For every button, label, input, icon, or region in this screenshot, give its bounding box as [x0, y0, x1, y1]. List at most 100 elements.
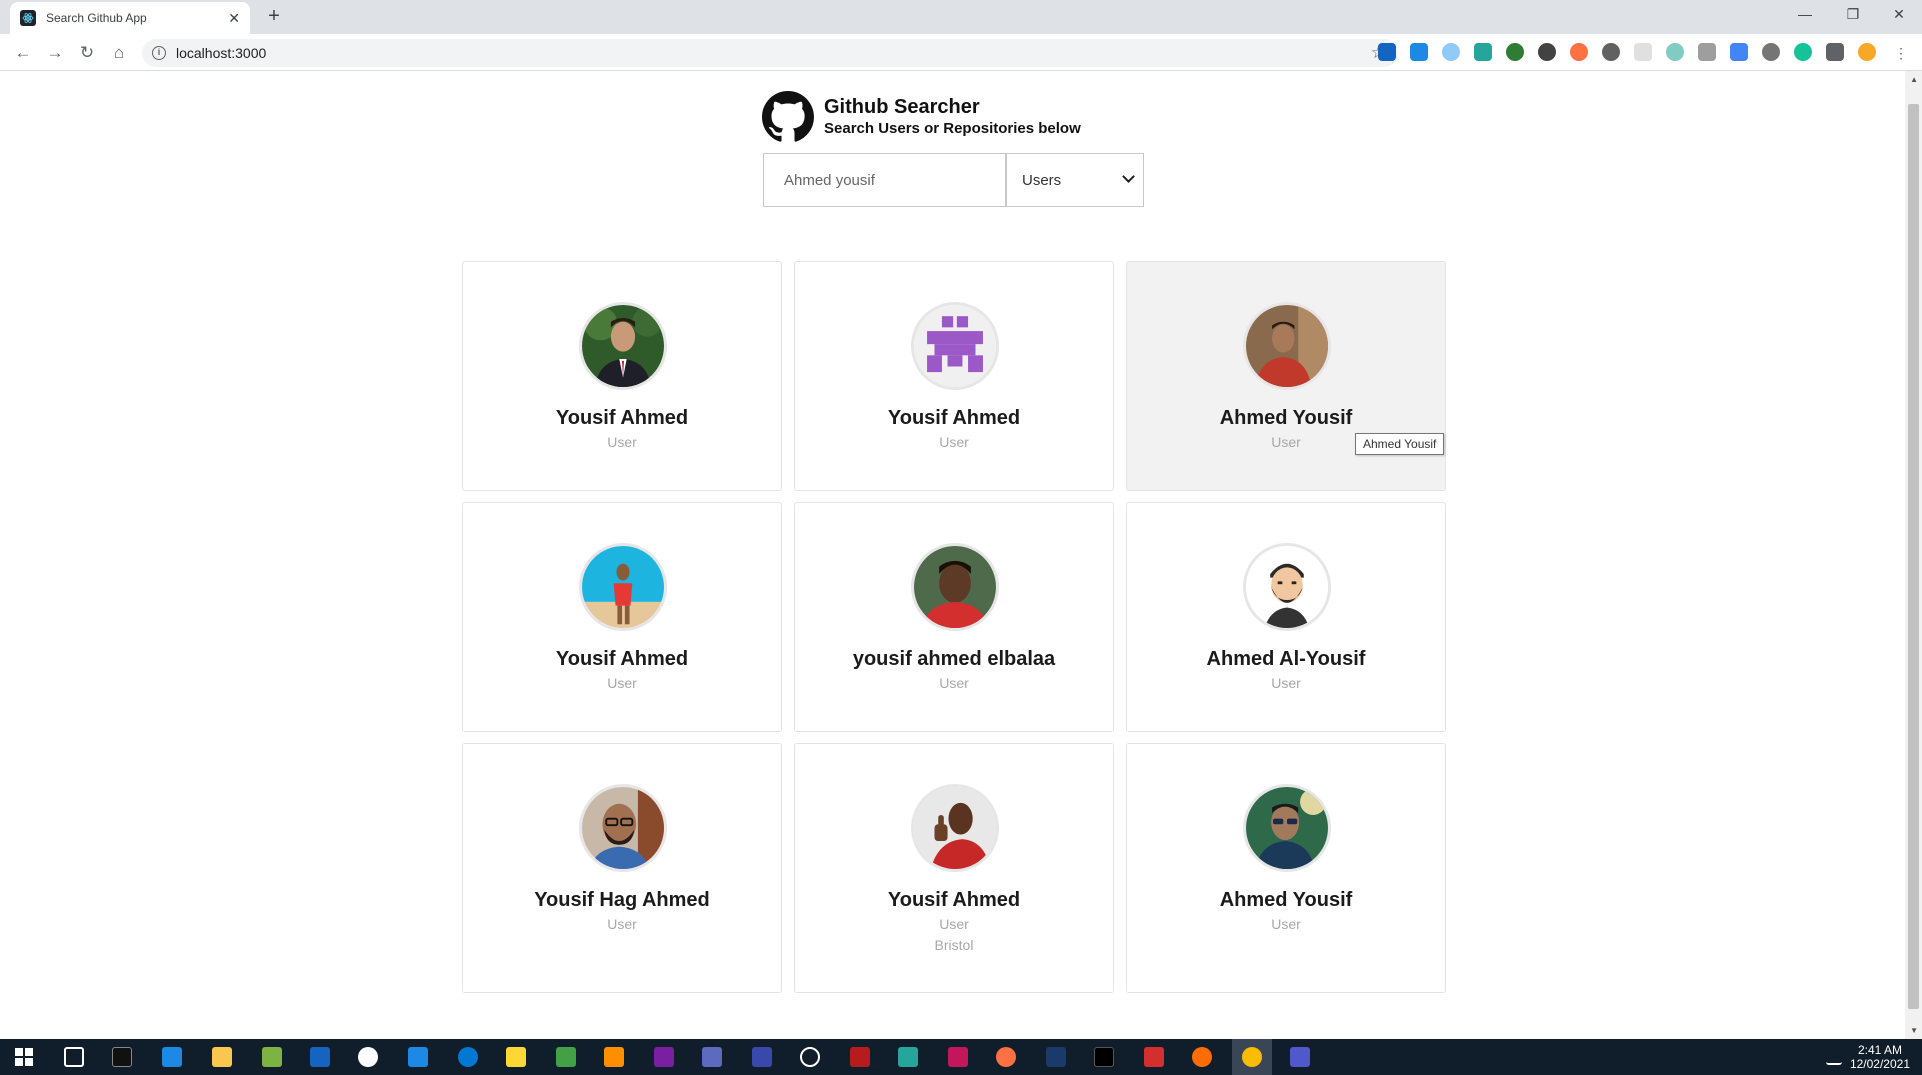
clock-time: 2:41 AM: [1857, 1043, 1902, 1057]
address-bar[interactable]: i localhost:3000 ☆: [142, 39, 1398, 67]
user-card[interactable]: Yousif Ahmed User: [794, 261, 1114, 491]
extension-orange-icon[interactable]: [1570, 43, 1588, 61]
identicon-icon: [911, 302, 999, 390]
search-type-value: Users: [1022, 171, 1062, 189]
scrollbar-thumb[interactable]: [1908, 104, 1919, 1009]
photo-sunglasses-icon: [1243, 784, 1331, 872]
settings-gear-icon[interactable]: [800, 1047, 820, 1067]
card-type: User: [939, 434, 969, 450]
task-view-icon[interactable]: [64, 1047, 84, 1067]
minimize-button[interactable]: —: [1782, 0, 1828, 30]
extension-translate-icon[interactable]: [1730, 43, 1748, 61]
app-upload-icon[interactable]: [408, 1047, 428, 1067]
sticky-notes-icon[interactable]: [506, 1047, 526, 1067]
app-green-icon[interactable]: [262, 1047, 282, 1067]
extension-wordpress-icon[interactable]: [1602, 43, 1620, 61]
tooltip: Ahmed Yousif: [1355, 433, 1445, 455]
extension-blue-icon[interactable]: [1442, 43, 1460, 61]
card-name: Yousif Ahmed: [887, 407, 1021, 429]
extension-grammarly-icon[interactable]: [1794, 43, 1812, 61]
teams-icon[interactable]: [1290, 1047, 1310, 1067]
scrollbar[interactable]: ▲ ▼: [1905, 71, 1922, 1039]
close-tab-icon[interactable]: ✕: [228, 10, 240, 27]
firefox-icon[interactable]: [1192, 1047, 1212, 1067]
page-title: Github Searcher: [824, 96, 980, 118]
extension-n-icon[interactable]: [1474, 43, 1492, 61]
app-sql-icon[interactable]: [752, 1047, 772, 1067]
filezilla-icon[interactable]: [850, 1047, 870, 1067]
card-name: Yousif Ahmed: [555, 407, 689, 429]
photo-beach-icon: [579, 543, 667, 631]
photo-glasses-icon: [579, 784, 667, 872]
user-card[interactable]: Ahmed Yousif User: [1126, 743, 1446, 993]
extension-cjs-icon[interactable]: [1378, 43, 1396, 61]
profile-avatar[interactable]: [1858, 43, 1876, 61]
extension-globe-icon[interactable]: [1762, 43, 1780, 61]
photo-thumbs-up-icon: [911, 784, 999, 872]
app-mongo-icon[interactable]: [1094, 1047, 1114, 1067]
scroll-down-arrow-icon[interactable]: ▼: [1910, 1026, 1918, 1035]
taskbar-clock[interactable]: 2:41 AM 12/02/2021: [1850, 1043, 1910, 1071]
cartoon-beard-icon: [1243, 543, 1331, 631]
reload-button[interactable]: ↻: [74, 40, 100, 66]
acrobat-icon[interactable]: [1144, 1047, 1164, 1067]
app-header: Github Searcher Search Users or Reposito…: [762, 91, 1081, 143]
user-card[interactable]: Yousif Ahmed User: [462, 261, 782, 491]
user-card[interactable]: Yousif Ahmed User Bristol: [794, 743, 1114, 993]
card-type: User: [939, 916, 969, 932]
app-db-icon[interactable]: [702, 1047, 722, 1067]
extension-teal-icon[interactable]: [1666, 43, 1684, 61]
postman-icon[interactable]: [996, 1047, 1016, 1067]
user-card[interactable]: Ahmed Al-Yousif User: [1126, 502, 1446, 732]
menu-kebab-icon[interactable]: ⋮: [1888, 40, 1914, 66]
back-button[interactable]: ←: [10, 40, 36, 66]
extensions-puzzle-icon[interactable]: [1826, 43, 1844, 61]
sourcetree-icon[interactable]: [898, 1047, 918, 1067]
windows-start-icon[interactable]: [14, 1047, 34, 1067]
file-explorer-icon[interactable]: [212, 1047, 232, 1067]
user-card[interactable]: Yousif Ahmed User: [462, 502, 782, 732]
card-name: Ahmed Al-Yousif: [1206, 648, 1366, 670]
browser-toolbar: ← → ↻ ⌂ i localhost:3000 ☆ ⋮: [0, 34, 1922, 71]
restore-button[interactable]: ❐: [1830, 0, 1876, 30]
vscode-icon[interactable]: [162, 1047, 182, 1067]
terminal-icon[interactable]: [112, 1047, 132, 1067]
user-card[interactable]: Yousif Hag Ahmed User: [462, 743, 782, 993]
header-text: Github Searcher Search Users or Reposito…: [824, 95, 1081, 139]
card-name: Yousif Hag Ahmed: [534, 889, 710, 911]
app-blue-icon[interactable]: [1046, 1047, 1066, 1067]
pen-icon[interactable]: [1826, 1049, 1842, 1065]
visual-studio-icon[interactable]: [654, 1047, 674, 1067]
extension-green-icon[interactable]: [1506, 43, 1524, 61]
tab-title: Search Github App: [46, 11, 147, 25]
intellij-icon[interactable]: [948, 1047, 968, 1067]
user-card-hovered[interactable]: Ahmed Yousif User: [1126, 261, 1446, 491]
card-name: Ahmed Yousif: [1219, 889, 1353, 911]
info-icon[interactable]: i: [152, 46, 166, 60]
card-location: Bristol: [934, 937, 974, 953]
card-type: User: [607, 675, 637, 691]
close-window-button[interactable]: ✕: [1876, 0, 1922, 30]
skype-icon[interactable]: [458, 1047, 478, 1067]
vlc-icon[interactable]: [604, 1047, 624, 1067]
scroll-up-arrow-icon[interactable]: ▲: [1910, 75, 1918, 84]
user-card[interactable]: yousif ahmed elbalaa User: [794, 502, 1114, 732]
extension-trello-icon[interactable]: [1410, 43, 1428, 61]
new-tab-button[interactable]: +: [262, 5, 286, 29]
extension-dark-icon[interactable]: [1538, 43, 1556, 61]
home-button[interactable]: ⌂: [106, 40, 132, 66]
search-type-select[interactable]: Users: [1006, 153, 1144, 207]
search-input[interactable]: [763, 153, 1006, 207]
page-subtitle: Search Users or Repositories below: [824, 120, 1081, 137]
outlook-icon[interactable]: [310, 1047, 330, 1067]
extension-c-icon[interactable]: [1698, 43, 1716, 61]
slack-icon[interactable]: [358, 1047, 378, 1067]
card-type: User: [607, 434, 637, 450]
browser-tab[interactable]: Search Github App ✕: [10, 2, 250, 34]
card-name: Yousif Ahmed: [555, 648, 689, 670]
photo-suit-icon: [579, 302, 667, 390]
extension-grey-icon[interactable]: [1634, 43, 1652, 61]
notepad-plus-icon[interactable]: [556, 1047, 576, 1067]
forward-button[interactable]: →: [42, 40, 68, 66]
chrome-icon[interactable]: [1242, 1047, 1262, 1067]
